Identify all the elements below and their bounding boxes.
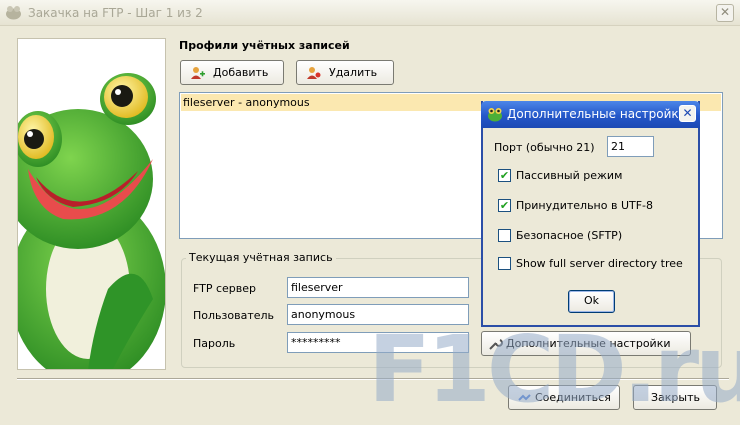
directory-tree-label: Show full server directory tree — [516, 257, 683, 270]
remove-user-icon — [307, 67, 321, 79]
checkbox-sftp[interactable] — [498, 229, 511, 242]
port-label: Порт (обычно 21) — [494, 141, 595, 154]
add-profile-label: Добавить — [213, 66, 269, 79]
delete-profile-label: Удалить — [329, 66, 378, 79]
checkbox-utf8[interactable]: ✔ — [498, 199, 511, 212]
checkbox-directory-tree[interactable] — [498, 257, 511, 270]
dialog-title: Дополнительные настройки — [507, 107, 687, 121]
current-account-title: Текущая учётная запись — [186, 251, 336, 264]
frog-app-icon — [6, 6, 21, 20]
connect-button[interactable]: Соединиться — [508, 385, 620, 410]
password-input[interactable]: ********* — [287, 332, 469, 353]
close-label: Закрыть — [651, 391, 700, 404]
advanced-settings-dialog: Дополнительные настройки ✕ Порт (обычно … — [481, 101, 700, 327]
close-button[interactable]: Закрыть — [633, 385, 717, 410]
add-profile-button[interactable]: Добавить — [180, 60, 284, 85]
profile-entry-label: fileserver - anonymous — [183, 96, 310, 109]
ok-button[interactable]: Ok — [568, 290, 615, 313]
advanced-settings-button[interactable]: Дополнительные настройки — [481, 331, 691, 356]
utf8-label: Принудительно в UTF-8 — [516, 199, 654, 212]
close-icon: ✕ — [719, 5, 731, 19]
delete-profile-button[interactable]: Удалить — [296, 60, 394, 85]
dialog-title-bar: Дополнительные настройки ✕ — [481, 101, 700, 128]
window-title: Закачка на FTP - Шаг 1 из 2 — [28, 6, 203, 20]
sftp-label: Безопасное (SFTP) — [516, 229, 623, 242]
ftp-server-input[interactable]: fileserver — [287, 277, 469, 298]
username-input[interactable]: anonymous — [287, 304, 469, 325]
frog-illustration — [17, 38, 166, 370]
password-label: Пароль — [193, 337, 236, 350]
footer-divider — [17, 378, 729, 380]
ftp-server-label: FTP сервер — [193, 282, 257, 295]
add-user-icon — [191, 67, 205, 79]
connect-icon — [518, 394, 531, 401]
advanced-settings-label: Дополнительные настройки — [506, 337, 671, 350]
wrench-icon — [489, 339, 503, 350]
close-icon: ✕ — [682, 106, 693, 120]
window-close-button[interactable]: ✕ — [716, 4, 734, 22]
connect-label: Соединиться — [535, 391, 611, 404]
checkbox-passive[interactable]: ✔ — [498, 169, 511, 182]
window-title-bar: Закачка на FTP - Шаг 1 из 2 ✕ — [0, 0, 740, 26]
passive-mode-label: Пассивный режим — [516, 169, 623, 182]
frog-app-icon — [488, 108, 502, 122]
port-input[interactable]: 21 — [607, 136, 654, 157]
dialog-close-button[interactable]: ✕ — [679, 105, 696, 122]
frog-mascot-image — [18, 73, 165, 369]
username-label: Пользователь — [193, 309, 275, 322]
profiles-title: Профили учётных записей — [179, 39, 350, 52]
